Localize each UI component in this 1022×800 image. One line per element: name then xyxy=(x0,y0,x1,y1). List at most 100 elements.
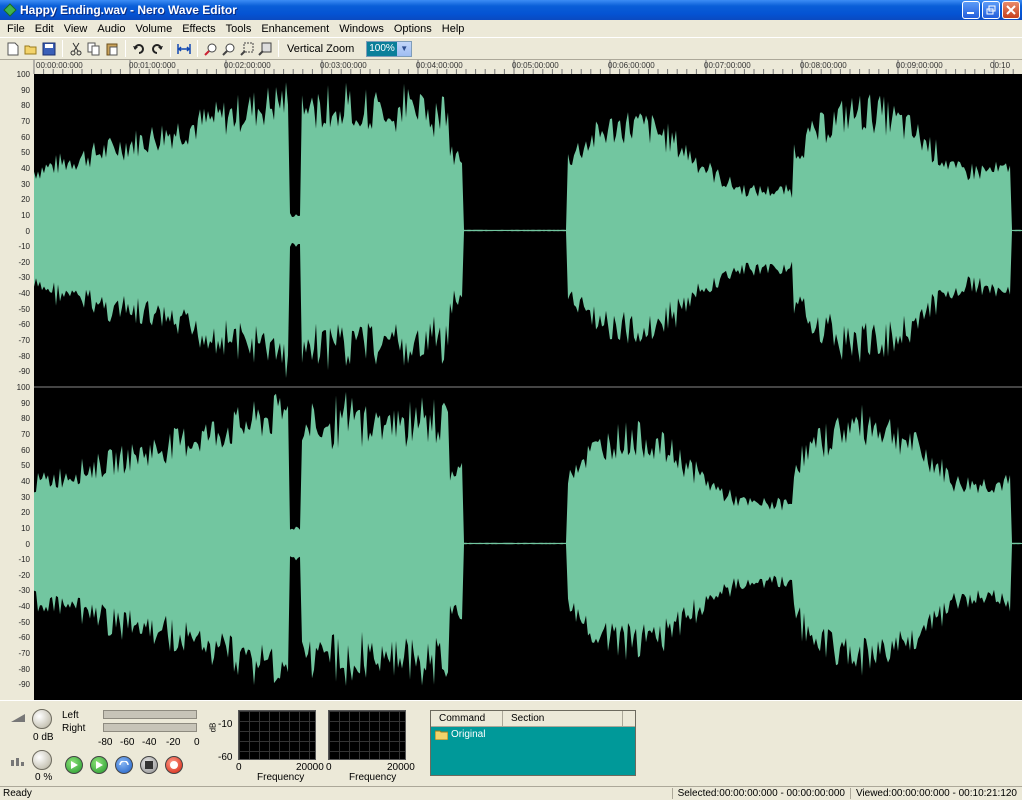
waveform-canvas[interactable] xyxy=(34,74,1022,700)
toolbar-separator xyxy=(125,40,126,57)
zoom-out-icon xyxy=(222,43,235,56)
close-button[interactable] xyxy=(1002,1,1020,19)
history-col-section[interactable]: Section xyxy=(503,711,623,726)
volume-knob[interactable] xyxy=(32,709,52,729)
frequency-label: Frequency xyxy=(257,772,305,783)
menu-file[interactable]: File xyxy=(2,23,30,35)
toolbar-separator xyxy=(197,40,198,57)
toolbar-separator xyxy=(170,40,171,57)
amplitude-tick-label: -80 xyxy=(18,664,30,674)
amplitude-tick-label: -60 xyxy=(18,633,30,643)
pan-icon xyxy=(11,758,24,766)
menu-effects[interactable]: Effects xyxy=(177,23,220,35)
meter-scale-label: -60 xyxy=(120,737,135,748)
status-selected: Selected:00:00:00:000 - 00:00:00:000 xyxy=(671,788,850,799)
record-button[interactable] xyxy=(165,756,183,774)
maximize-button[interactable] xyxy=(982,1,1000,19)
zoom-full-button[interactable] xyxy=(256,40,274,58)
history-header: Command Section xyxy=(431,711,635,727)
pan-value: 0 % xyxy=(35,772,53,783)
menu-volume[interactable]: Volume xyxy=(131,23,178,35)
chevron-down-icon[interactable]: ▼ xyxy=(397,41,412,56)
history-row[interactable]: Original xyxy=(431,727,635,742)
zoom-out-button[interactable] xyxy=(220,40,238,58)
open-button[interactable] xyxy=(22,40,40,58)
amplitude-tick-label: 50 xyxy=(21,148,30,158)
save-button[interactable] xyxy=(40,40,58,58)
meter-scale-label: -80 xyxy=(98,737,113,748)
menu-tools[interactable]: Tools xyxy=(221,23,257,35)
amplitude-tick-label: 30 xyxy=(21,492,30,502)
amplitude-tick-label: -90 xyxy=(18,680,30,690)
ruler-label: 00:06:00:000 xyxy=(608,61,655,70)
new-button[interactable] xyxy=(4,40,22,58)
amplitude-tick-label: -70 xyxy=(18,336,30,346)
play-button[interactable] xyxy=(65,756,83,774)
waveform-view[interactable] xyxy=(34,74,1022,700)
zoom-in-button[interactable] xyxy=(202,40,220,58)
amplitude-tick-label: -20 xyxy=(18,570,30,580)
minimize-button[interactable] xyxy=(962,1,980,19)
amplitude-tick-label: -30 xyxy=(18,273,30,283)
amplitude-tick-label: 100 xyxy=(16,70,30,79)
minimize-icon xyxy=(967,12,974,14)
toolbar-separator xyxy=(62,40,63,57)
bottom-panel: 0 dB 0 % Left Right -80 -60 -40 -20 0 dB… xyxy=(0,700,1022,786)
open-folder-icon xyxy=(24,45,37,54)
amplitude-tick-label: -90 xyxy=(18,367,30,377)
window-title: Happy Ending.wav - Nero Wave Editor xyxy=(20,3,237,17)
vertical-zoom-select[interactable]: 100% ▼ xyxy=(366,40,413,57)
zoom-selection-button[interactable] xyxy=(238,40,256,58)
copy-button[interactable] xyxy=(85,40,103,58)
amplitude-tick-label: 70 xyxy=(21,429,30,439)
zoom-in-icon xyxy=(204,43,217,56)
amplitude-tick-label: -50 xyxy=(18,617,30,627)
menu-audio[interactable]: Audio xyxy=(92,23,130,35)
meter-scale-label: -20 xyxy=(166,737,181,748)
freq-y-label: -10 xyxy=(218,719,233,730)
pan-knob[interactable] xyxy=(32,750,52,770)
menu-view[interactable]: View xyxy=(59,23,93,35)
amplitude-tick-label: 10 xyxy=(21,210,30,220)
amplitude-tick-label: 100 xyxy=(16,383,30,392)
fit-button[interactable] xyxy=(175,40,193,58)
time-ruler[interactable]: 00:00:00:000 00:01:00:000 00:02:00:000 0… xyxy=(0,60,1022,74)
play-selection-button[interactable] xyxy=(90,756,108,774)
stop-icon xyxy=(145,761,153,769)
amplitude-tick-label: 60 xyxy=(21,132,30,142)
ruler-label: 00:04:00:000 xyxy=(416,61,463,70)
menu-bar: File Edit View Audio Volume Effects Tool… xyxy=(0,20,1022,37)
copy-icon xyxy=(87,42,100,55)
paste-button[interactable] xyxy=(103,40,121,58)
waveform-channel xyxy=(34,391,1022,686)
amplitude-tick-label: 40 xyxy=(21,163,30,173)
ruler-label: 00:08:00:000 xyxy=(800,61,847,70)
cut-button[interactable] xyxy=(67,40,85,58)
loop-button[interactable] xyxy=(115,756,133,774)
history-col-command[interactable]: Command xyxy=(431,711,503,726)
status-viewed: Viewed:00:00:00:000 - 00:10:21:120 xyxy=(849,788,1022,799)
amplitude-tick-label: 70 xyxy=(21,116,30,126)
amplitude-tick-label: 0 xyxy=(25,539,30,549)
undo-icon xyxy=(133,43,144,54)
record-icon xyxy=(170,761,178,769)
left-level-meter xyxy=(103,710,197,719)
redo-button[interactable] xyxy=(148,40,166,58)
menu-windows[interactable]: Windows xyxy=(334,23,389,35)
toolbar-separator xyxy=(278,40,279,57)
title-bar: Happy Ending.wav - Nero Wave Editor xyxy=(0,0,1022,20)
meter-scale-label: -40 xyxy=(142,737,157,748)
amplitude-tick-label: -40 xyxy=(18,602,30,612)
zoom-full-icon xyxy=(258,42,272,56)
menu-help[interactable]: Help xyxy=(437,23,470,35)
stop-button[interactable] xyxy=(140,756,158,774)
freq-y-label: -60 xyxy=(218,752,233,763)
ruler-label: 00:00:00:000 xyxy=(36,61,83,70)
menu-enhancement[interactable]: Enhancement xyxy=(256,23,334,35)
undo-button[interactable] xyxy=(130,40,148,58)
app-window: Happy Ending.wav - Nero Wave Editor File… xyxy=(0,0,1022,800)
menu-options[interactable]: Options xyxy=(389,23,437,35)
menu-edit[interactable]: Edit xyxy=(30,23,59,35)
amplitude-tick-label: 20 xyxy=(21,508,30,518)
loop-icon xyxy=(119,761,129,766)
